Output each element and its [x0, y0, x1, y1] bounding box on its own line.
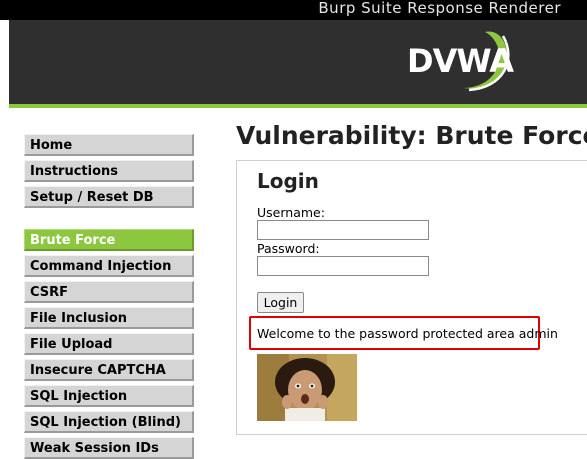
password-input[interactable] [257, 256, 429, 276]
sidebar-item-label: Insecure CAPTCHA [30, 363, 166, 378]
sidebar-item-label: Setup / Reset DB [30, 190, 154, 205]
header-accent-line [9, 104, 587, 108]
window-title: Burp Suite Response Renderer [318, 0, 561, 17]
sidebar-item-csrf[interactable]: CSRF [24, 281, 194, 303]
sidebar-item-command-injection[interactable]: Command Injection [24, 255, 194, 277]
sidebar-item-file-inclusion[interactable]: File Inclusion [24, 307, 194, 329]
user-photo-icon [257, 354, 357, 421]
sidebar-item-label: File Inclusion [30, 311, 128, 326]
logo-text: DVWA [407, 42, 514, 80]
sidebar-item-label: Brute Force [30, 233, 116, 248]
welcome-message: Welcome to the password protected area a… [257, 326, 558, 341]
sidebar-item-label: CSRF [30, 285, 69, 300]
sidebar-item-weak-session-ids[interactable]: Weak Session IDs [24, 437, 194, 459]
sidebar-item-label: Instructions [30, 164, 119, 179]
sidebar-item-label: File Upload [30, 337, 113, 352]
sidebar-item-brute-force[interactable]: Brute Force [24, 229, 194, 251]
sidebar-item-instructions[interactable]: Instructions [24, 160, 194, 182]
window-titlebar: Burp Suite Response Renderer [0, 0, 587, 20]
username-input[interactable] [257, 220, 429, 240]
password-label: Password: [257, 241, 320, 256]
login-button[interactable]: Login [257, 292, 304, 313]
page-title: Vulnerability: Brute Force [236, 121, 587, 150]
sidebar-item-insecure-captcha[interactable]: Insecure CAPTCHA [24, 359, 194, 381]
sidebar-item-label: SQL Injection [30, 389, 128, 404]
sidebar-item-label: SQL Injection (Blind) [30, 415, 181, 430]
sidebar-item-setup-reset-db[interactable]: Setup / Reset DB [24, 186, 194, 208]
left-margin [0, 20, 9, 452]
sidebar-item-label: Command Injection [30, 259, 172, 274]
username-label: Username: [257, 205, 325, 220]
user-photo [257, 354, 357, 421]
sidebar-item-label: Home [30, 138, 73, 153]
sidebar-item-sql-injection-blind[interactable]: SQL Injection (Blind) [24, 411, 194, 433]
dvwa-logo: DVWA [405, 30, 515, 92]
sidebar-item-sql-injection[interactable]: SQL Injection [24, 385, 194, 407]
login-title: Login [257, 169, 319, 193]
sidebar-item-file-upload[interactable]: File Upload [24, 333, 194, 355]
sidebar-item-label: Weak Session IDs [30, 441, 159, 456]
sidebar-item-home[interactable]: Home [24, 134, 194, 156]
